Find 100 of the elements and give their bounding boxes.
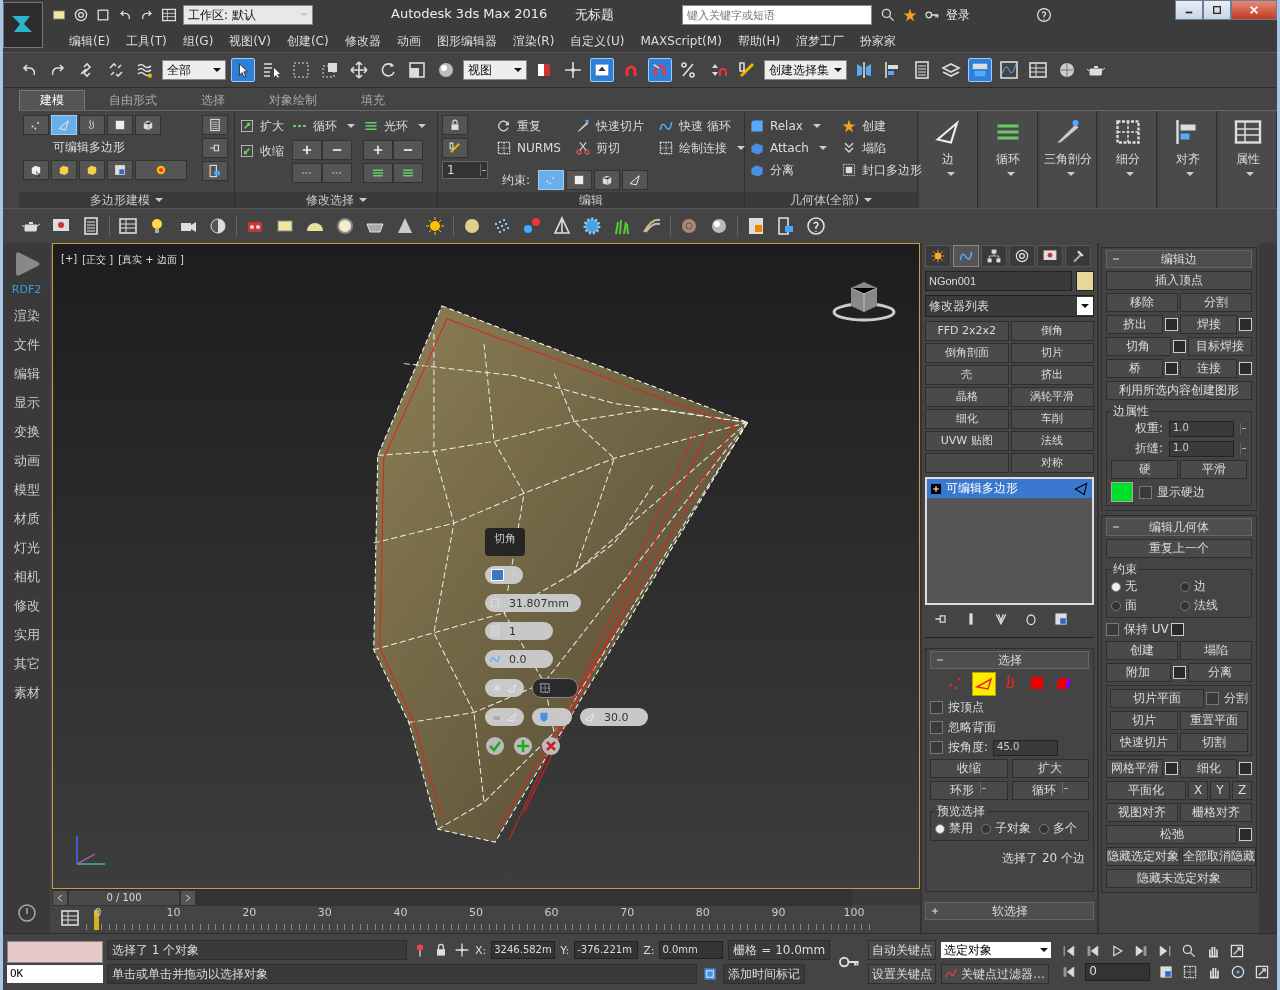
modifier-button[interactable]: 倒角 xyxy=(1010,321,1094,341)
menu-item[interactable]: 编辑(E) xyxy=(61,32,118,50)
panel-footer[interactable]: 修改选择 xyxy=(235,192,437,208)
edit-edge-button[interactable]: 插入顶点 xyxy=(1106,271,1252,290)
edit-geometry-button[interactable]: 细化 xyxy=(1180,759,1237,778)
set-key-button[interactable]: 设置关键点 xyxy=(868,964,937,984)
edit-geometry-button[interactable]: X xyxy=(1188,781,1208,800)
edit-geometry-button[interactable]: 塌陷 xyxy=(1180,641,1252,660)
edit-geometry-button[interactable]: 创建 xyxy=(1106,641,1178,660)
sidebar-item[interactable]: 灯光 xyxy=(13,538,40,557)
edit-geometry-button[interactable]: 平面化 xyxy=(1106,781,1186,800)
rollout-header[interactable]: 编辑边 xyxy=(1106,250,1252,268)
repeat-last-button[interactable]: 重复上一个 xyxy=(1106,539,1252,558)
sidebar-item[interactable]: 实用 xyxy=(13,625,40,644)
sidebar-item[interactable]: 素材 xyxy=(13,683,40,702)
menu-item[interactable]: 动画 xyxy=(388,32,429,50)
ribbon-tab[interactable]: 对象绘制 xyxy=(249,91,337,110)
sidebar-item[interactable]: 材质 xyxy=(13,509,40,528)
geometry-tool-button[interactable]: 分离 xyxy=(748,159,827,181)
selection-spinner-button[interactable]: 环形 xyxy=(930,781,1008,800)
menu-item[interactable]: 渲染(R) xyxy=(504,32,563,50)
modifier-button[interactable]: UVW 贴图 xyxy=(925,431,1009,451)
hard-button[interactable]: 硬 xyxy=(1111,460,1178,479)
ribbon-large-button[interactable]: 对齐 xyxy=(1159,111,1218,208)
menu-item[interactable]: 扮家家 xyxy=(852,32,905,50)
sidebar-item[interactable]: 渲染 xyxy=(13,306,40,325)
slice-button[interactable]: 快速切片 xyxy=(1110,733,1178,752)
workspace-dropdown[interactable]: 工作区: 默认 xyxy=(183,5,313,25)
edit-geometry-button[interactable]: 松弛 xyxy=(1106,825,1237,844)
edit-edge-button[interactable]: 目标焊接 xyxy=(1187,337,1252,356)
smooth-threshold-field[interactable]: 30.0 xyxy=(580,708,648,726)
ribbon-large-button[interactable]: 循环 xyxy=(979,111,1038,208)
modifier-button[interactable]: FFD 2x2x2 xyxy=(925,321,1009,341)
constraint-option[interactable]: 无 xyxy=(1111,578,1178,595)
sidebar-item[interactable]: 显示 xyxy=(13,393,40,412)
constraint-option[interactable]: 法线 xyxy=(1180,597,1247,614)
edit-geometry-button[interactable]: Z xyxy=(1232,781,1252,800)
edit-geometry-button[interactable]: Y xyxy=(1210,781,1230,800)
coordinate-field[interactable]: 0.0mm xyxy=(659,941,724,959)
smooth-button[interactable]: 平滑 xyxy=(1180,460,1247,479)
modifier-button[interactable]: 涡轮平滑 xyxy=(1010,387,1094,407)
edit-tool-button[interactable]: 重复 xyxy=(495,115,561,137)
edit-geometry-button[interactable]: 附加 xyxy=(1106,663,1171,682)
amount-field[interactable]: 31.807mm xyxy=(485,594,581,612)
sidebar-item[interactable]: 模型 xyxy=(13,480,40,499)
edit-edge-button[interactable]: 切角 xyxy=(1106,337,1171,356)
ribbon-tab[interactable]: 自由形式 xyxy=(89,91,177,110)
selection-button[interactable]: 扩大 xyxy=(1011,759,1089,778)
ribbon-tab[interactable]: 选择 xyxy=(181,91,245,110)
edit-tool-button[interactable]: 剪切 xyxy=(575,137,644,159)
ribbon-large-button[interactable]: 属性 xyxy=(1219,111,1277,208)
modifier-button[interactable]: 法线 xyxy=(1010,431,1094,451)
viewport-label[interactable]: [+] xyxy=(61,253,78,267)
edit-tool-button[interactable]: 快速 循环 xyxy=(658,115,745,137)
geometry-tool-button[interactable]: Relax xyxy=(748,115,827,137)
ribbon-large-button[interactable]: 细分 xyxy=(1099,111,1158,208)
angle-field[interactable]: 45.0 xyxy=(993,739,1059,756)
menu-item[interactable]: 渲梦工厂 xyxy=(788,32,853,50)
menu-item[interactable]: 工具(T) xyxy=(117,32,175,50)
menu-item[interactable]: 组(G) xyxy=(174,32,222,50)
menu-item[interactable]: 帮助(H) xyxy=(729,32,789,50)
modifier-button[interactable]: 倒角剖面 xyxy=(925,343,1009,363)
ring-button[interactable]: 光环 xyxy=(363,115,427,137)
menu-item[interactable]: 修改器 xyxy=(336,32,389,50)
toolbar-dropdown[interactable]: 全部 xyxy=(162,60,226,80)
selection-option[interactable]: 忽略背面 xyxy=(930,719,1089,736)
slice-button[interactable]: 切片 xyxy=(1110,711,1178,730)
toolbar-dropdown[interactable]: 创建选择集 xyxy=(764,60,847,80)
rollout-header[interactable]: 选择 xyxy=(930,651,1089,669)
menu-item[interactable]: MAXScript(M) xyxy=(632,34,730,48)
sidebar-item[interactable]: 编辑 xyxy=(13,364,40,383)
viewport-label[interactable]: [正交 ] xyxy=(82,253,114,267)
object-name-field[interactable]: NGon001 xyxy=(925,271,1072,291)
frame-counter[interactable]: 0 / 100 xyxy=(68,889,180,906)
sidebar-item[interactable]: 变换 xyxy=(13,422,40,441)
preview-option[interactable]: 多个 xyxy=(1039,820,1077,837)
edit-edge-button[interactable]: 分割 xyxy=(1180,293,1252,312)
toolbar-dropdown[interactable]: 视图 xyxy=(463,60,527,80)
coordinate-field[interactable]: -376.221m xyxy=(574,941,639,959)
rollout-header[interactable]: 软选择 xyxy=(925,902,1094,920)
modifier-button[interactable]: 细化 xyxy=(925,409,1009,429)
weight-field[interactable]: 1.0 xyxy=(1169,420,1234,437)
viewport-label[interactable]: [真实 + 边面 ] xyxy=(118,253,184,267)
slice-button[interactable]: 重置平面 xyxy=(1180,711,1248,730)
ribbon-tab[interactable]: 填充 xyxy=(341,91,405,110)
modifier-button[interactable]: 车削 xyxy=(1010,409,1094,429)
edit-geometry-button[interactable]: 网格平滑 xyxy=(1106,759,1163,778)
modifier-button[interactable]: 挤出 xyxy=(1010,365,1094,385)
geometry-tool-button[interactable]: 封口多边形 xyxy=(840,159,922,181)
segments-field[interactable]: 1 xyxy=(485,622,553,640)
split-checkbox[interactable]: 分割 xyxy=(1206,690,1248,707)
slice-plane-button[interactable]: 切片平面 xyxy=(1110,689,1204,708)
modifier-button[interactable]: 切片 xyxy=(1010,343,1094,363)
key-mode-dropdown[interactable]: 选定对象 xyxy=(941,942,1052,958)
constraint-option[interactable]: 面 xyxy=(1111,597,1178,614)
edit-edge-button[interactable]: 桥 xyxy=(1106,359,1163,378)
selection-option[interactable]: 按顶点 xyxy=(930,699,1089,716)
edit-geometry-button[interactable]: 视图对齐 xyxy=(1106,803,1178,822)
sidebar-item[interactable]: 文件 xyxy=(13,335,40,354)
modifier-button[interactable]: 晶格 xyxy=(925,387,1009,407)
